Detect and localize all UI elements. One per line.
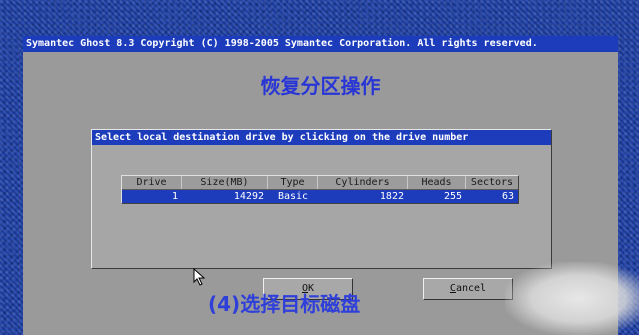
type-cell: Basic: [277, 191, 309, 202]
drive-number-cell[interactable]: 1: [122, 190, 182, 203]
table-header-row: Drive Size(MB) Type Cylinders Heads Sect…: [122, 176, 518, 189]
heads-cell: 255: [443, 191, 462, 202]
table-row[interactable]: 1 14292 Basic 1822 255 63: [122, 189, 518, 203]
column-header-type: Type: [268, 176, 318, 189]
sectors-cell: 63: [501, 191, 514, 202]
column-header-drive: Drive: [122, 176, 182, 189]
cancel-label-rest: ancel: [455, 283, 487, 294]
column-header-sectors: Sectors: [470, 177, 514, 188]
column-header-size: Size(MB): [182, 176, 268, 189]
mouse-pointer-icon: [193, 268, 206, 286]
annotation-title: 恢复分区操作: [260, 74, 381, 98]
column-header-heads: Heads: [408, 176, 466, 189]
dialog-title: Select local destination drive by clicki…: [92, 130, 551, 145]
drive-table: Drive Size(MB) Type Cylinders Heads Sect…: [121, 175, 519, 204]
size-cell: 14292: [233, 191, 264, 202]
annotation-caption: (4)选择目标磁盘: [208, 292, 361, 316]
ghost-copyright-bar: Symantec Ghost 8.3 Copyright (C) 1998-20…: [23, 36, 618, 52]
watermark-blur: [505, 262, 639, 335]
column-header-cylinders: Cylinders: [318, 176, 408, 189]
cancel-button[interactable]: Cancel: [423, 278, 513, 300]
cylinders-cell: 1822: [379, 191, 404, 202]
destination-drive-dialog: Select local destination drive by clicki…: [91, 129, 552, 300]
